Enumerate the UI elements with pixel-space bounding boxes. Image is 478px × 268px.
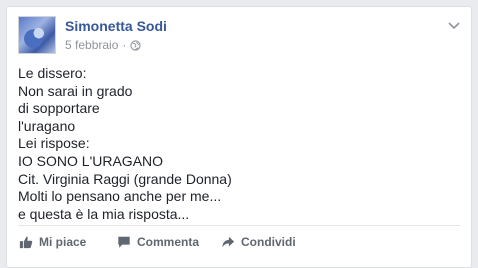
action-bar: Mi piace Commenta Condividi: [18, 226, 460, 258]
share-arrow-icon: [222, 236, 235, 248]
post-line: di sopportare: [18, 100, 100, 117]
thumbs-up-icon: [19, 236, 33, 249]
post-line: Molti lo pensano anche per me...: [18, 188, 222, 205]
share-label: Condividi: [241, 235, 296, 249]
post-line: e questa è la mia risposta...: [18, 205, 190, 222]
like-label: Mi piace: [39, 235, 87, 249]
comment-label: Commenta: [137, 235, 200, 249]
like-button[interactable]: Mi piace: [19, 235, 86, 249]
post-line: IO SONO L'URAGANO: [18, 152, 164, 169]
comment-icon: [118, 236, 130, 248]
post-body: Le dissero: Non sarai in grado di soppor…: [18, 65, 459, 223]
globe-icon[interactable]: [130, 39, 142, 51]
post-meta: 5 febbraio ·: [65, 38, 142, 52]
post-line: Non sarai in grado: [18, 82, 133, 99]
author-name[interactable]: Simonetta Sodi: [65, 18, 167, 34]
post-header: Simonetta Sodi 5 febbraio ·: [18, 16, 461, 58]
post-line: Cit. Virginia Raggi (grande Donna): [18, 170, 232, 187]
post-line: l'uragano: [18, 117, 76, 134]
avatar[interactable]: [18, 16, 56, 54]
comment-button[interactable]: Commenta: [117, 235, 199, 249]
share-button[interactable]: Condividi: [221, 235, 296, 249]
post-line: Lei rispose:: [18, 135, 90, 152]
post-card: Simonetta Sodi 5 febbraio · Le dissero: …: [6, 6, 472, 268]
post-date[interactable]: 5 febbraio: [65, 38, 118, 52]
meta-separator: ·: [122, 38, 127, 52]
chevron-down-icon[interactable]: [447, 18, 461, 30]
post-line: Le dissero:: [18, 65, 87, 81]
